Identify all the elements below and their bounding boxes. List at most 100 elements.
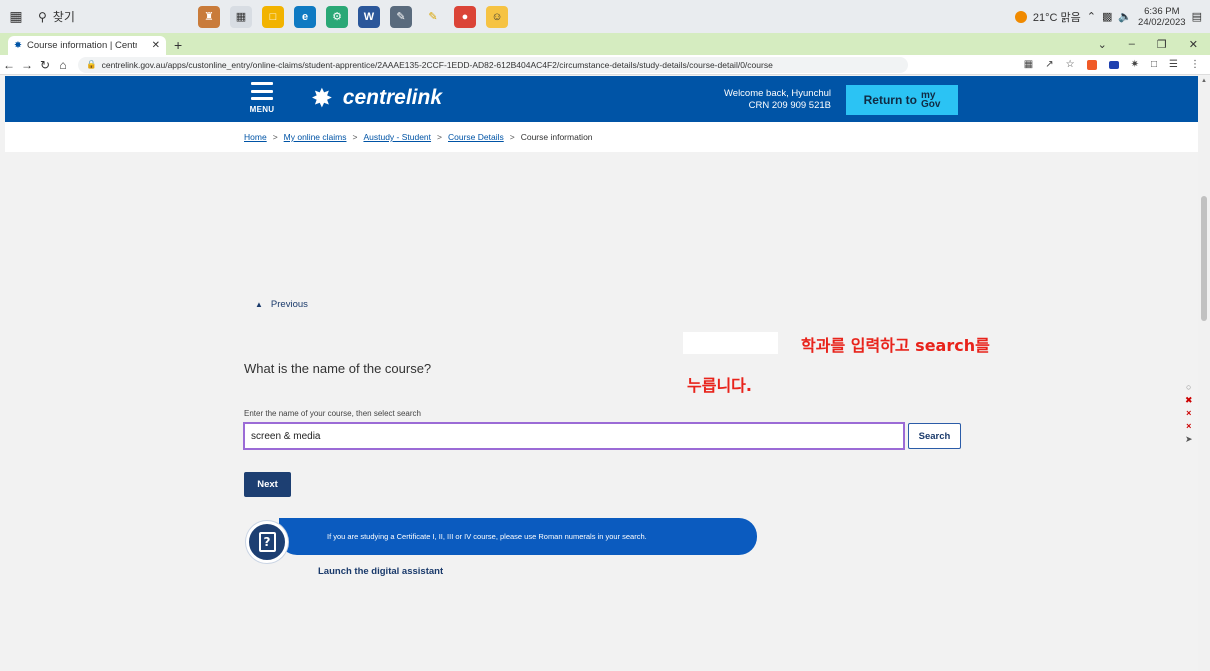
paint-app-icon[interactable]: ✎ [422,5,444,28]
window-close-icon[interactable]: ✕ [1189,38,1198,51]
course-question: What is the name of the course? [244,361,432,376]
extension-blue-icon[interactable] [1108,60,1119,69]
assistant-message-bubble: If you are studying a Certificate I, II,… [279,518,757,555]
help-book-icon: ? [258,532,276,552]
volume-icon[interactable]: 🔈 [1118,10,1132,23]
extension-orange-icon[interactable] [1086,59,1097,70]
previous-link[interactable]: ▲ Previous [255,299,308,310]
assistant-message: If you are studying a Certificate I, II,… [327,532,647,541]
settings-app-icon[interactable]: ⚙ [326,5,348,28]
weather-icon [1014,10,1027,23]
breadcrumb: Home > My online claims > Austudy - Stud… [5,122,1198,152]
lock-icon: 🔒 [86,59,97,69]
pen-icon[interactable]: ➤ [1185,434,1193,445]
kebab-menu-icon[interactable]: ⋮ [1190,59,1200,70]
notification-icon[interactable]: ▤ [1192,10,1202,23]
browser-toolbar: ← → ↻ ⌂ 🔒 centrelink.gov.au/apps/custonl… [0,55,1210,75]
page-scrollbar[interactable]: ▲ [1198,76,1210,671]
taskbar-apps: ♜ ▦ □ e ⚙ W ✎ ✎ ● ☺ [198,5,508,28]
kakao-app-icon[interactable]: ☺ [486,5,508,28]
translate-icon[interactable]: ▦ [1024,59,1033,70]
page-viewport: MENU ✸ centrelink Welcome back, Hyunchul… [5,76,1198,671]
welcome-block: Welcome back, Hyunchul CRN 209 909 521B [695,88,831,112]
return-to-mygov-button[interactable]: Return to my Gov [846,85,958,115]
centrelink-star-icon: ✸ [311,83,333,113]
breadcrumb-separator: > [509,132,515,142]
windows-taskbar: ▦ ⚲ 찾기 ♜ ▦ □ e ⚙ W ✎ ✎ ● ☺ 21°C 맑음 ⌃ ▩ 🔈… [0,0,1210,33]
chrome-browser-icon[interactable]: ● [454,5,476,28]
notes-app-icon[interactable]: ✎ [390,5,412,28]
edge-browser-icon[interactable]: e [294,5,316,28]
reload-icon[interactable]: ↻ [36,58,54,72]
close-icon[interactable]: ✖ [1185,395,1193,406]
scroll-up-icon[interactable]: ▲ [1201,78,1207,84]
breadcrumb-separator: > [437,132,442,142]
breadcrumb-current: Course information [520,132,593,142]
home-icon[interactable]: ⌂ [54,58,72,72]
system-tray: 21°C 맑음 ⌃ ▩ 🔈 6:36 PM 24/02/2023 ▤ [1014,6,1210,28]
breadcrumb-course-details[interactable]: Course Details [448,132,504,142]
scroll-thumb[interactable] [1201,196,1207,321]
windows-start-icon[interactable]: ▦ [0,0,32,33]
side-toolbar: ○ ✖ × × ➤ [1185,382,1193,445]
tab-search-icon[interactable]: ⌄ [1098,38,1107,51]
word-app-icon[interactable]: W [358,5,380,28]
address-bar[interactable]: 🔒 centrelink.gov.au/apps/custonline_entr… [78,56,908,73]
taskbar-search[interactable]: ⚲ 찾기 [32,0,162,33]
return-label: Return to [863,93,917,107]
breadcrumb-separator: > [272,132,278,142]
digital-assistant-icon[interactable]: ? [246,521,288,563]
extension-icons: ▦ ↗ ☆ ✷ □ ☰ ⋮ [1024,59,1210,70]
hamburger-icon [251,80,273,102]
annotation-line-2: 누릅니다. [687,376,752,395]
forward-icon[interactable]: → [18,58,36,72]
logo-text: centrelink [342,86,443,109]
menu-button[interactable]: MENU [243,80,281,120]
task-view-icon[interactable]: ▦ [230,5,252,28]
centrelink-logo[interactable]: ✸ centrelink [311,85,442,111]
url-text: centrelink.gov.au/apps/custonline_entry/… [101,59,773,70]
tray-chevron-icon[interactable]: ⌃ [1087,10,1096,23]
breadcrumb-separator: > [352,132,358,142]
previous-label: Previous [270,299,308,310]
search-button[interactable]: Search [908,423,961,449]
minimize-icon[interactable]: – [1129,38,1135,50]
bookmark-star-icon[interactable]: ☆ [1066,59,1075,70]
centrelink-favicon: ✸ [14,40,22,51]
back-icon[interactable]: ← [0,58,18,72]
extensions-puzzle-icon[interactable]: ✷ [1131,59,1139,70]
tray-clock[interactable]: 6:36 PM 24/02/2023 [1138,6,1186,28]
menu-label: MENU [249,105,275,114]
share-icon[interactable]: ↗ [1045,59,1053,70]
annotation-redaction [683,332,778,354]
file-explorer-icon[interactable]: □ [262,5,284,28]
circle-icon[interactable]: ○ [1186,382,1191,393]
network-icon[interactable]: ▩ [1102,10,1112,23]
building-app-icon[interactable]: ♜ [198,5,220,28]
launch-assistant-link[interactable]: Launch the digital assistant [318,566,443,577]
new-tab-button[interactable]: + [174,35,182,55]
mygov-logo: my Gov [921,91,940,110]
browser-tab-active[interactable]: ✸ Course information | Centrelink ✕ [8,36,166,55]
clock-time: 6:36 PM [1144,5,1180,17]
next-button[interactable]: Next [244,472,291,497]
welcome-name: Welcome back, Hyunchul [723,88,831,99]
taskbar-search-label: 찾기 [52,10,75,24]
breadcrumb-online-claims[interactable]: My online claims [284,132,347,142]
site-header: MENU ✸ centrelink Welcome back, Hyunchul… [5,76,1198,122]
tab-close-icon[interactable]: ✕ [152,40,160,51]
profile-icon[interactable]: ☰ [1169,59,1178,70]
sidepanel-icon[interactable]: □ [1151,59,1157,70]
window-controls: ⌄ – ❐ ✕ [1098,33,1210,55]
tab-title: Course information | Centrelink [26,40,137,51]
annotation-line-1: 학과를 입력하고 search를 [801,336,990,355]
course-name-input[interactable] [243,422,905,450]
breadcrumb-home[interactable]: Home [244,132,267,142]
close-icon[interactable]: × [1186,421,1191,432]
search-icon: ⚲ [38,9,47,24]
clock-date: 24/02/2023 [1138,16,1186,28]
breadcrumb-austudy[interactable]: Austudy - Student [363,132,431,142]
restore-icon[interactable]: ❐ [1157,38,1167,51]
close-icon[interactable]: × [1186,408,1191,419]
weather-text[interactable]: 21°C 맑음 [1033,9,1081,25]
